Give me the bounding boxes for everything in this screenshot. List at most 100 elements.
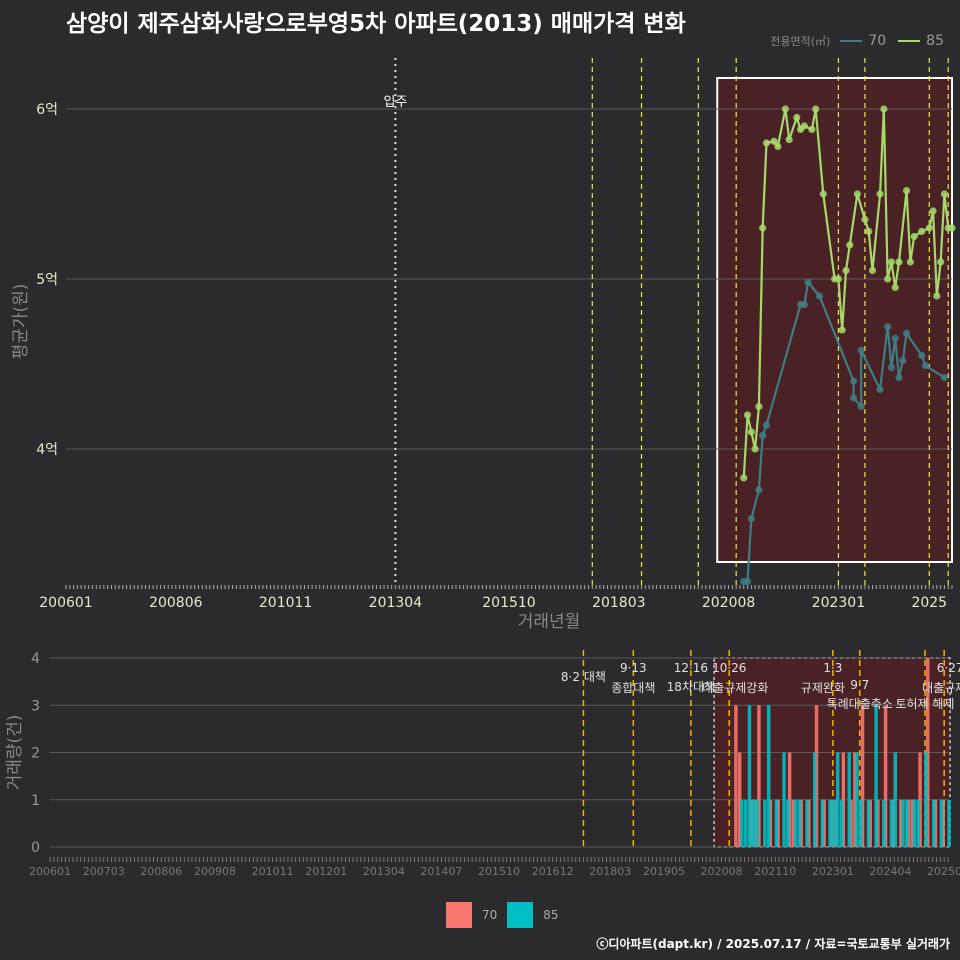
volume-bar-70	[768, 799, 773, 847]
volume-bar-85	[743, 799, 748, 847]
volume-y-axis-title: 거래량(건)	[5, 715, 25, 791]
volume-x-tick-label: 202008	[701, 865, 743, 878]
data-point-70	[887, 363, 896, 371]
volume-x-tick-label: 201304	[363, 865, 405, 878]
policy-label: 대출규제	[922, 681, 960, 695]
volume-x-tick-label: 201803	[589, 865, 631, 878]
x-tick-label: 201304	[369, 595, 423, 611]
volume-bar-70	[734, 705, 738, 847]
volume-bar-85	[751, 799, 756, 847]
volume-bar-85	[820, 799, 825, 847]
volume-bar-70	[814, 705, 819, 847]
volume-bar-70	[822, 799, 826, 847]
volume-bar-70	[849, 799, 853, 847]
data-point-70	[884, 323, 892, 331]
volume-x-tick-label: 201201	[305, 865, 347, 878]
volume-bar-85	[866, 799, 871, 847]
data-point-70	[895, 374, 903, 382]
volume-bar-70	[910, 799, 915, 847]
policy-label: 토허제 해제	[895, 697, 954, 711]
data-point-70	[747, 515, 755, 523]
volume-bar-70	[753, 799, 757, 847]
volume-bar-85	[947, 799, 951, 847]
policy-label: 18차대책	[667, 679, 715, 694]
volume-bar-70	[891, 799, 895, 847]
data-point-85	[774, 142, 782, 150]
y-tick-label: 5억	[36, 272, 58, 288]
volume-y-tick-label: 4	[31, 651, 40, 667]
policy-label: 9·13	[620, 661, 647, 675]
volume-bar-85	[774, 799, 779, 847]
data-point-85	[751, 445, 759, 453]
volume-x-tick-label: 202110	[754, 865, 796, 878]
x-tick-label: 201011	[259, 595, 312, 611]
data-point-85	[740, 474, 748, 482]
volume-x-tick-label: 200601	[29, 865, 71, 878]
volume-bar-70	[860, 705, 865, 847]
volume-bar-70	[933, 799, 938, 847]
data-point-85	[808, 125, 816, 133]
volume-x-tick-label: 200806	[140, 865, 182, 878]
volume-bar-85	[931, 799, 936, 847]
policy-label: 9·7	[850, 678, 869, 692]
policy-label: 1·3	[823, 661, 842, 675]
data-point-85	[933, 292, 941, 300]
y-tick-label: 4억	[36, 442, 58, 458]
data-point-70	[804, 278, 812, 286]
volume-bar-85	[812, 752, 817, 847]
x-tick-label: 201803	[592, 595, 645, 611]
x-tick-label: 201510	[482, 595, 535, 611]
volume-bar-85	[782, 752, 786, 847]
data-point-70	[891, 334, 899, 343]
y-axis-title: 평균가(원)	[11, 284, 31, 360]
volume-bar-70	[906, 799, 911, 847]
data-point-70	[857, 402, 865, 411]
data-point-70	[902, 329, 911, 337]
volume-bar-85	[786, 799, 790, 847]
y-tick-label: 6억	[36, 102, 58, 118]
data-point-85	[759, 224, 767, 232]
volume-bar-85	[793, 799, 798, 847]
data-point-85	[755, 402, 763, 411]
volume-bar-70	[749, 799, 753, 847]
price-chart: 4억 5억 6억평균가(원) 200601 200806 201011 201304 2015…	[11, 58, 956, 632]
x-axis-title: 거래년월	[518, 612, 581, 632]
policy-label: 대출규제강화	[702, 681, 768, 695]
legend-label-bar-85: 85	[543, 908, 559, 922]
data-point-85	[812, 105, 820, 113]
data-point-70	[755, 486, 763, 494]
highlight-region	[716, 77, 953, 563]
volume-bar-85	[912, 799, 917, 847]
data-point-85	[785, 136, 793, 144]
volume-bar-85	[889, 799, 894, 847]
data-point-85	[842, 266, 850, 275]
legend-swatch-bar-70	[446, 902, 472, 928]
data-point-70	[876, 385, 884, 394]
x-tick-label: 200806	[149, 595, 203, 611]
volume-x-tick-label: 200703	[83, 865, 125, 878]
data-point-85	[868, 266, 877, 275]
volume-bar-85	[905, 799, 909, 847]
x-tick-label: 2025	[911, 595, 947, 611]
volume-bar-70	[926, 658, 930, 847]
data-point-85	[906, 258, 914, 266]
data-point-85	[838, 326, 846, 334]
volume-bar-85	[747, 705, 752, 847]
data-point-70	[921, 362, 930, 370]
volume-bar-85	[859, 799, 863, 847]
data-point-85	[876, 190, 884, 198]
data-point-85	[929, 207, 937, 215]
data-point-85	[880, 105, 888, 113]
volume-bar-85	[939, 799, 944, 847]
policy-label: 규제완화	[801, 681, 845, 695]
data-point-85	[762, 139, 771, 147]
data-point-85	[891, 283, 899, 292]
volume-bar-85	[882, 799, 886, 847]
volume-bar-85	[805, 799, 809, 847]
volume-bar-85	[893, 752, 898, 847]
volume-bar-70	[757, 705, 761, 847]
data-point-85	[884, 275, 892, 283]
data-point-70	[940, 374, 949, 382]
volume-y-tick-label: 0	[31, 840, 40, 856]
policy-label: 10·26	[712, 661, 746, 675]
